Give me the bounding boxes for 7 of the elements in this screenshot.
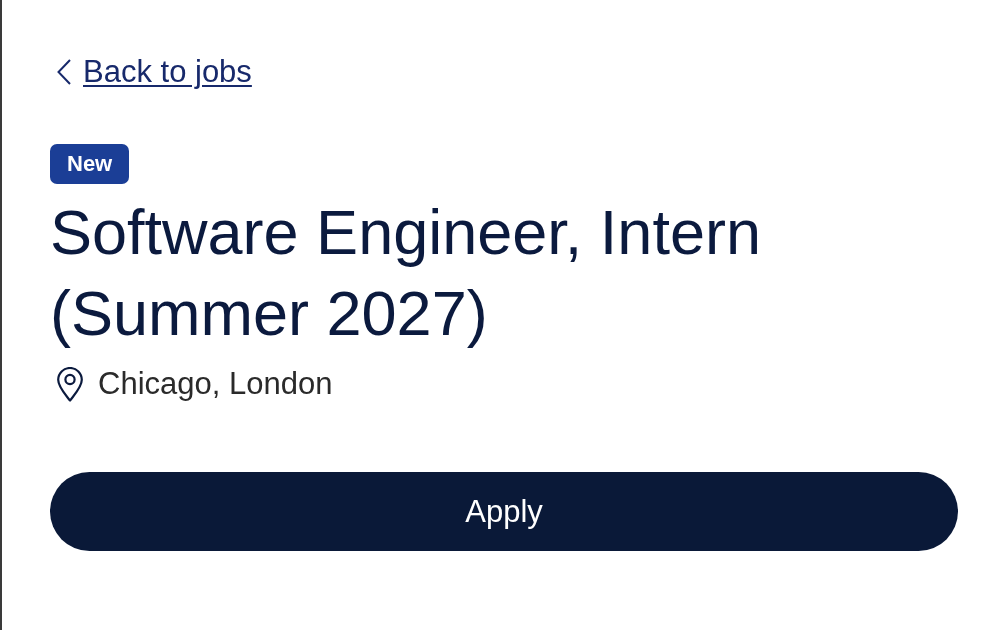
job-title: Software Engineer, Intern (Summer 2027) [50,196,762,350]
chevron-left-icon [57,58,71,85]
location-pin-icon [57,366,83,402]
job-location: Chicago, London [98,366,333,402]
back-link[interactable]: Back to jobs [50,53,252,90]
new-badge: New [50,144,130,184]
apply-button[interactable]: Apply [50,472,958,551]
